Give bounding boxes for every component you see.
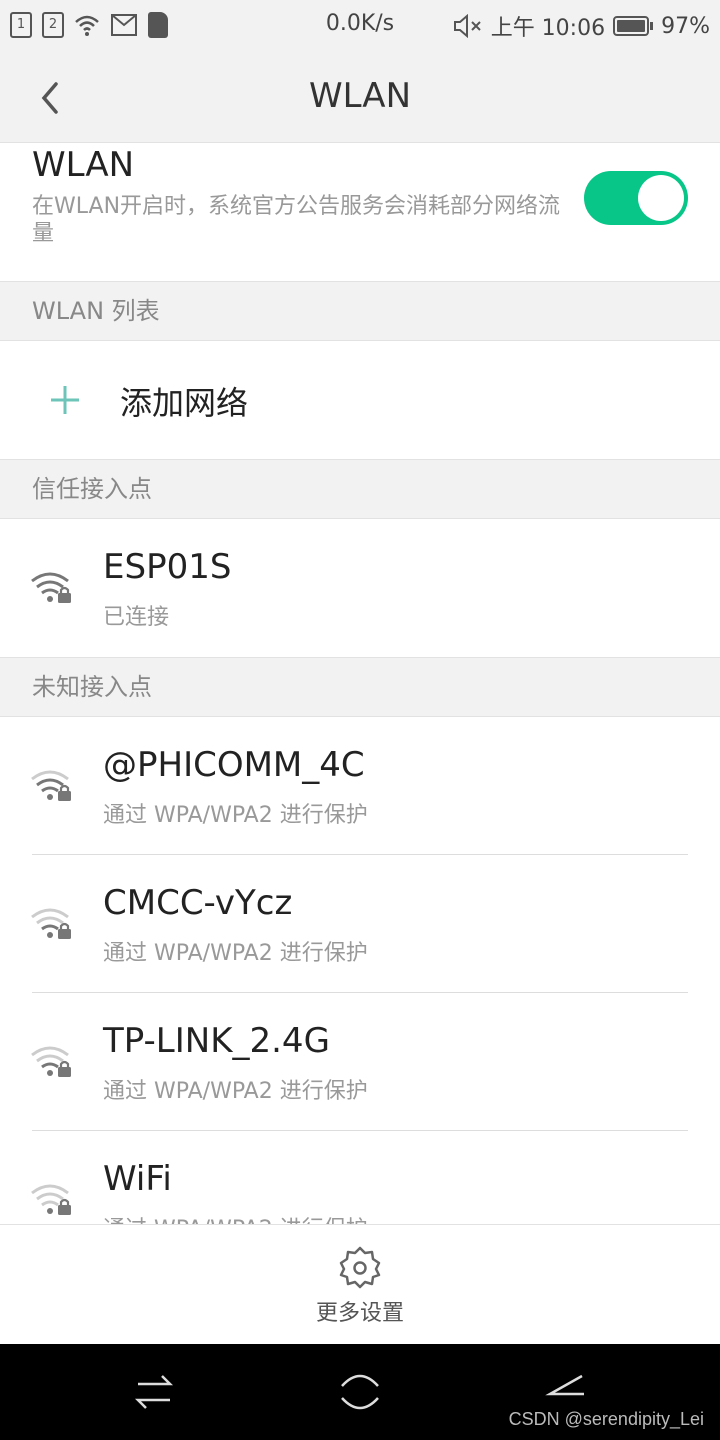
- wifi-lock-icon: [31, 770, 71, 801]
- battery-level: 97%: [661, 13, 710, 39]
- wlan-title: WLAN: [32, 145, 135, 185]
- wifi-lock-icon: [31, 1184, 71, 1215]
- add-network-button[interactable]: 添加网络: [0, 341, 720, 459]
- wlan-toggle-row[interactable]: WLAN 在WLAN开启时，系统官方公告服务会消耗部分网络流量: [0, 143, 720, 281]
- recent-apps-icon[interactable]: [130, 1370, 178, 1414]
- section-header-unknown: 未知接入点: [0, 657, 720, 717]
- network-name: ESP01S: [103, 547, 232, 587]
- navigation-bar: CSDN @serendipity_Lei: [0, 1344, 720, 1440]
- network-status: 通过 WPA/WPA2 进行保护: [103, 1079, 368, 1104]
- network-item[interactable]: CMCC-vYcz 通过 WPA/WPA2 进行保护: [0, 855, 720, 993]
- network-item[interactable]: TP-LINK_2.4G 通过 WPA/WPA2 进行保护: [0, 993, 720, 1131]
- network-item-trusted[interactable]: ESP01S 已连接: [0, 519, 720, 657]
- more-settings-label: 更多设置: [315, 1301, 404, 1326]
- battery-icon: [613, 16, 654, 36]
- section-header-wlan-list: WLAN 列表: [0, 281, 720, 341]
- network-name: CMCC-vYcz: [103, 883, 293, 923]
- wifi-lock-icon: [31, 572, 71, 603]
- network-item[interactable]: WiFi 通过 WPA/WPA2 进行保护: [0, 1131, 720, 1224]
- gear-icon: [339, 1246, 381, 1289]
- back-icon[interactable]: [542, 1370, 590, 1414]
- more-settings-button[interactable]: 更多设置: [0, 1224, 720, 1344]
- network-status: 通过 WPA/WPA2 进行保护: [103, 941, 368, 966]
- watermark: CSDN @serendipity_Lei: [508, 1409, 704, 1429]
- wifi-lock-icon: [31, 1046, 71, 1077]
- network-name: WiFi: [103, 1159, 172, 1199]
- app-bar: WLAN: [0, 50, 720, 143]
- home-icon[interactable]: [336, 1370, 384, 1414]
- content-area[interactable]: WLAN 在WLAN开启时，系统官方公告服务会消耗部分网络流量 WLAN 列表 …: [0, 143, 720, 1224]
- page-title: WLAN: [308, 76, 412, 116]
- network-status: 已连接: [103, 605, 170, 630]
- network-name: TP-LINK_2.4G: [103, 1021, 330, 1061]
- add-network-label: 添加网络: [120, 384, 249, 422]
- clock: 上午 10:06: [490, 16, 606, 41]
- status-bar: 1 2 0.0K/s 上午 10:06 97%: [0, 0, 720, 50]
- network-item[interactable]: @PHICOMM_4C 通过 WPA/WPA2 进行保护: [0, 717, 720, 855]
- wlan-switch[interactable]: [584, 171, 688, 225]
- network-status: 通过 WPA/WPA2 进行保护: [103, 803, 368, 828]
- mute-icon: [453, 14, 481, 38]
- plus-icon: [51, 386, 79, 414]
- network-name: @PHICOMM_4C: [103, 745, 365, 785]
- wifi-lock-icon: [31, 908, 71, 939]
- network-status: 通过 WPA/WPA2 进行保护: [103, 1211, 368, 1224]
- switch-knob: [638, 175, 684, 221]
- section-header-trusted: 信任接入点: [0, 459, 720, 519]
- wlan-description: 在WLAN开启时，系统官方公告服务会消耗部分网络流量: [32, 194, 561, 246]
